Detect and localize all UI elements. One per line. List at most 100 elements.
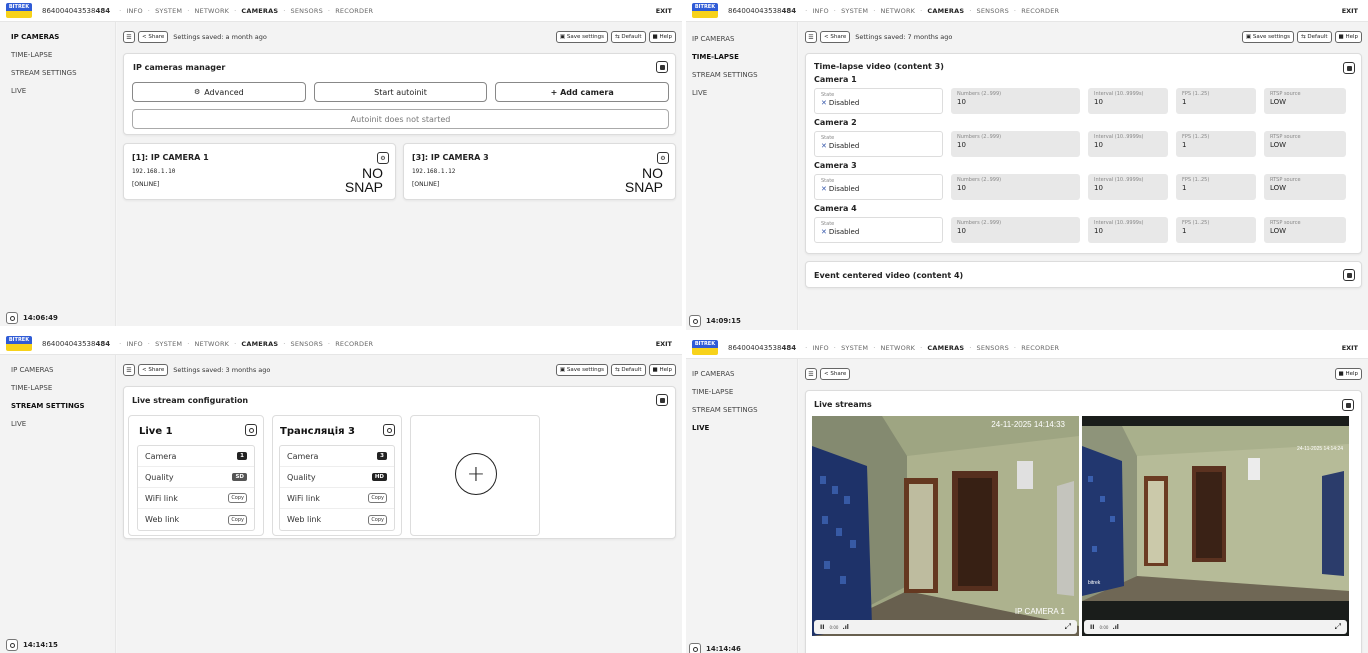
nav-recorder[interactable]: RECORDER: [1021, 344, 1059, 352]
camera-settings-icon[interactable]: ⚙: [657, 152, 669, 164]
nav-cameras[interactable]: CAMERAS: [927, 7, 964, 15]
pause-icon[interactable]: II: [820, 624, 824, 631]
numbers-input[interactable]: Numbers (2..999) 10: [951, 217, 1080, 243]
sidebar-item-stream-settings[interactable]: STREAM SETTINGS: [0, 397, 115, 415]
video-player[interactable]: 24-11-2025 14:14:24 bitrek II 0:00 .ıl ⤢: [1082, 416, 1349, 636]
volume-icon[interactable]: .ıl: [842, 624, 848, 631]
video-player[interactable]: 24-11-2025 14:14:33 IP CAMERA 1 II 0:00 …: [812, 416, 1079, 636]
sidebar-item-ip-cameras[interactable]: IP CAMERAS: [0, 361, 115, 379]
sidebar-item-stream-settings[interactable]: STREAM SETTINGS: [0, 64, 115, 82]
nav-recorder[interactable]: RECORDER: [335, 7, 373, 15]
state-select[interactable]: State ✕ Disabled: [814, 174, 943, 200]
nav-info[interactable]: INFO: [812, 7, 828, 15]
nav-cameras[interactable]: CAMERAS: [241, 340, 278, 348]
share-button[interactable]: < Share: [820, 368, 851, 380]
sidebar-item-time-lapse[interactable]: TIME-LAPSE: [686, 48, 797, 66]
volume-icon[interactable]: .ıl: [1112, 624, 1118, 631]
collapse-icon[interactable]: [1343, 62, 1355, 74]
default-button[interactable]: ⇆ Default: [611, 364, 646, 376]
settings-gear-icon[interactable]: [6, 312, 18, 324]
nav-cameras[interactable]: CAMERAS: [927, 344, 964, 352]
exit-link[interactable]: EXIT: [656, 340, 672, 348]
sidebar-item-stream-settings[interactable]: STREAM SETTINGS: [686, 66, 797, 84]
sidebar-item-live[interactable]: LIVE: [686, 419, 797, 437]
nav-network[interactable]: NETWORK: [194, 340, 229, 348]
help-button[interactable]: ■ Help: [1334, 31, 1362, 43]
collapse-icon[interactable]: [656, 61, 668, 73]
nav-network[interactable]: NETWORK: [880, 7, 915, 15]
fullscreen-icon[interactable]: ⤢: [1065, 622, 1071, 632]
rtsp-source-select[interactable]: RTSP source LOW: [1264, 174, 1346, 200]
share-button[interactable]: < Share: [820, 31, 851, 43]
nav-network[interactable]: NETWORK: [880, 344, 915, 352]
sidebar-item-live[interactable]: LIVE: [0, 82, 115, 100]
nav-sensors[interactable]: SENSORS: [977, 344, 1009, 352]
state-select[interactable]: State ✕ Disabled: [814, 88, 943, 114]
help-button[interactable]: ■ Help: [1334, 368, 1362, 380]
sidebar-item-time-lapse[interactable]: TIME-LAPSE: [686, 383, 797, 401]
collapse-icon[interactable]: [656, 394, 668, 406]
copy-web-link-button[interactable]: Copy: [228, 514, 247, 525]
nav-recorder[interactable]: RECORDER: [1021, 7, 1059, 15]
numbers-input[interactable]: Numbers (2..999) 10: [951, 131, 1080, 157]
exit-link[interactable]: EXIT: [1342, 344, 1358, 352]
nav-info[interactable]: INFO: [812, 344, 828, 352]
start-autoinit-button[interactable]: Start autoinit: [313, 82, 488, 102]
nav-sensors[interactable]: SENSORS: [977, 7, 1009, 15]
help-button[interactable]: ■ Help: [648, 364, 676, 376]
nav-system[interactable]: SYSTEM: [841, 344, 868, 352]
fullscreen-icon[interactable]: ⤢: [1335, 622, 1341, 632]
exit-link[interactable]: EXIT: [1342, 7, 1358, 15]
nav-system[interactable]: SYSTEM: [155, 7, 182, 15]
interval-input[interactable]: Interval (10..9999s) 10: [1088, 131, 1168, 157]
add-camera-button[interactable]: + Add camera: [495, 82, 670, 102]
nav-system[interactable]: SYSTEM: [155, 340, 182, 348]
rtsp-source-select[interactable]: RTSP source LOW: [1264, 131, 1346, 157]
add-stream-button[interactable]: +: [410, 415, 540, 536]
save-settings-button[interactable]: ▣ Save settings: [555, 31, 609, 43]
sidebar-item-time-lapse[interactable]: TIME-LAPSE: [0, 46, 115, 64]
numbers-input[interactable]: Numbers (2..999) 10: [951, 174, 1080, 200]
state-select[interactable]: State ✕ Disabled: [814, 217, 943, 243]
fps-input[interactable]: FPS (1..25) 1: [1176, 174, 1256, 200]
collapse-icon[interactable]: [1342, 399, 1354, 411]
help-button[interactable]: ■ Help: [648, 31, 676, 43]
menu-list-icon[interactable]: ☰: [805, 31, 817, 43]
menu-list-icon[interactable]: ☰: [123, 31, 135, 43]
sidebar-item-live[interactable]: LIVE: [0, 415, 115, 433]
menu-list-icon[interactable]: ☰: [123, 364, 135, 376]
fps-input[interactable]: FPS (1..25) 1: [1176, 131, 1256, 157]
nav-info[interactable]: INFO: [126, 340, 142, 348]
menu-list-icon[interactable]: ☰: [805, 368, 817, 380]
save-settings-button[interactable]: ▣ Save settings: [555, 364, 609, 376]
exit-link[interactable]: EXIT: [656, 7, 672, 15]
sidebar-item-live[interactable]: LIVE: [686, 84, 797, 102]
advanced-button[interactable]: ⚙ Advanced: [132, 82, 306, 102]
fps-input[interactable]: FPS (1..25) 1: [1176, 88, 1256, 114]
copy-wifi-link-button[interactable]: Copy: [368, 493, 387, 503]
rtsp-source-select[interactable]: RTSP source LOW: [1264, 217, 1346, 243]
sidebar-item-ip-cameras[interactable]: IP CAMERAS: [686, 30, 797, 48]
numbers-input[interactable]: Numbers (2..999) 10: [951, 88, 1080, 114]
interval-input[interactable]: Interval (10..9999s) 10: [1088, 174, 1168, 200]
pause-icon[interactable]: II: [1090, 624, 1094, 631]
nav-cameras[interactable]: CAMERAS: [241, 7, 278, 15]
sidebar-item-ip-cameras[interactable]: IP CAMERAS: [0, 28, 115, 46]
nav-sensors[interactable]: SENSORS: [291, 340, 323, 348]
nav-network[interactable]: NETWORK: [194, 7, 229, 15]
sidebar-item-time-lapse[interactable]: TIME-LAPSE: [0, 379, 115, 397]
fps-input[interactable]: FPS (1..25) 1: [1176, 217, 1256, 243]
copy-wifi-link-button[interactable]: Copy: [228, 493, 247, 503]
nav-sensors[interactable]: SENSORS: [291, 7, 323, 15]
nav-info[interactable]: INFO: [126, 7, 142, 15]
save-settings-button[interactable]: ▣ Save settings: [1241, 31, 1295, 43]
rtsp-source-select[interactable]: RTSP source LOW: [1264, 88, 1346, 114]
share-button[interactable]: < Share: [138, 364, 169, 376]
sidebar-item-ip-cameras[interactable]: IP CAMERAS: [686, 365, 797, 383]
nav-system[interactable]: SYSTEM: [841, 7, 868, 15]
collapse-icon[interactable]: [1343, 269, 1355, 281]
share-button[interactable]: < Share: [138, 31, 169, 43]
stream-settings-icon[interactable]: [383, 424, 395, 436]
settings-gear-icon[interactable]: [689, 643, 701, 653]
nav-recorder[interactable]: RECORDER: [335, 340, 373, 348]
